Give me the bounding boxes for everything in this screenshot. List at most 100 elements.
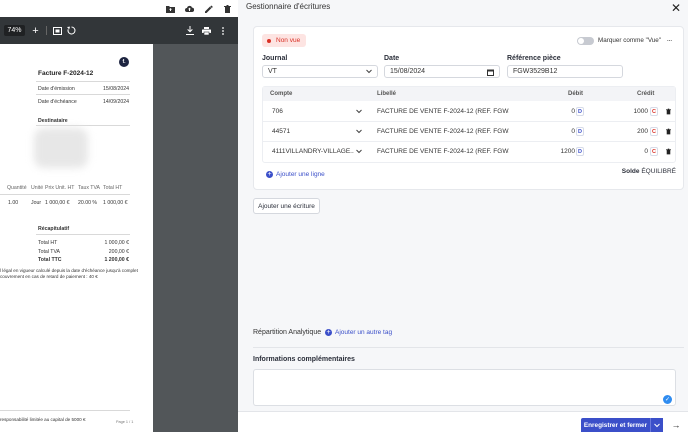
toolbar-divider — [46, 26, 47, 35]
row-debit[interactable]: 0 — [515, 128, 575, 135]
trash-icon[interactable] — [666, 128, 671, 135]
cloud-upload-button[interactable] — [181, 0, 198, 17]
trash-icon[interactable] — [666, 108, 671, 115]
credit-tag: C — [650, 147, 658, 156]
chevron-down-icon[interactable] — [356, 129, 362, 134]
upload-folder-button[interactable] — [162, 0, 179, 17]
column-vat-rate: Taux TVA — [78, 185, 101, 191]
date-input[interactable]: 15/08/2024 — [384, 65, 500, 78]
info-textarea[interactable]: ✓ — [253, 369, 676, 406]
credit-tag: C — [650, 127, 658, 136]
col-compte: Compte — [270, 91, 293, 97]
trash-icon — [224, 4, 231, 13]
debit-tag: D — [576, 127, 584, 136]
legal-text-line-2: couvrement en cas de retard de paiement … — [0, 274, 98, 279]
row-credit[interactable]: 200 — [593, 128, 648, 135]
row-quantity: 1.00 — [8, 200, 19, 206]
summary-total-ht-label: Total HT — [38, 240, 58, 246]
status-badge: Non vue — [262, 34, 307, 47]
row-compte[interactable]: 706 — [272, 108, 352, 115]
print-icon[interactable] — [201, 25, 212, 36]
row-compte[interactable]: 4111VILLANDRY-VILLAGE... — [272, 148, 354, 155]
edit-button[interactable] — [200, 0, 217, 17]
summary-total-ttc-label: Total TTC — [38, 257, 62, 263]
close-icon[interactable]: ✕ — [668, 0, 684, 15]
rotate-icon[interactable] — [66, 25, 77, 36]
solde-value: ÉQUILIBRÉ — [641, 168, 676, 175]
entries-table: Compte Libellé Débit Crédit 706 FACTURE … — [262, 86, 676, 163]
row-debit[interactable]: 0 — [515, 108, 575, 115]
add-tag-label: Ajouter un autre tag — [335, 329, 393, 336]
section-divider — [253, 347, 684, 348]
more-options-icon[interactable]: ··· — [663, 36, 675, 45]
chevron-down-icon — [366, 69, 372, 74]
zoom-level[interactable]: 74% — [4, 25, 25, 36]
company-logo: f. — [119, 57, 129, 67]
row-credit[interactable]: 0 — [593, 148, 648, 155]
row-total-ht: 1 000,00 € — [103, 200, 128, 206]
trash-icon[interactable] — [666, 148, 671, 155]
col-debit: Débit — [568, 91, 583, 97]
next-arrow-icon[interactable]: → — [670, 419, 682, 431]
fit-page-icon[interactable] — [52, 25, 63, 36]
row-credit[interactable]: 1000 — [593, 108, 648, 115]
row-debit[interactable]: 1200 — [515, 148, 575, 155]
save-options-dropdown[interactable] — [650, 418, 663, 432]
download-icon[interactable] — [184, 25, 195, 36]
chevron-down-icon[interactable] — [356, 109, 362, 114]
add-entry-button[interactable]: Ajouter une écriture — [253, 198, 320, 214]
add-tag-button[interactable]: + Ajouter un autre tag — [325, 329, 392, 336]
journal-value: VT — [268, 68, 277, 75]
status-badge-label: Non vue — [276, 37, 301, 44]
summary-title: Récapitulatif — [38, 226, 70, 232]
status-dot-icon — [267, 38, 271, 43]
journal-select[interactable]: VT — [262, 65, 378, 78]
delete-document-button[interactable] — [219, 0, 236, 17]
chevron-down-icon — [654, 423, 660, 428]
table-row: 44571 FACTURE DE VENTE F-2024-12 (REF. F… — [263, 122, 675, 142]
row-libelle[interactable]: FACTURE DE VENTE F-2024-12 (REF. FGW352 — [377, 128, 509, 135]
plus-circle-icon: + — [266, 171, 273, 178]
cloud-upload-icon — [185, 5, 194, 12]
column-total-ht: Total HT — [103, 185, 123, 191]
chevron-down-icon[interactable] — [356, 149, 362, 154]
credit-tag: C — [650, 107, 658, 116]
col-libelle: Libellé — [377, 91, 397, 97]
invoice-document: f. Facture F-2024-12 Date d'émission 15/… — [0, 44, 153, 432]
due-label: Date d'échéance — [38, 99, 77, 105]
plus-circle-icon: + — [325, 329, 332, 336]
entry-card: Non vue Marquer comme "Vue" ··· Journal … — [253, 26, 684, 190]
zoom-in-icon[interactable]: + — [30, 25, 41, 37]
row-libelle[interactable]: FACTURE DE VENTE F-2024-12 (REF. FGW352 — [377, 108, 509, 115]
legal-text-line-1: l légal en vigueur calculé depuis la dat… — [0, 268, 138, 273]
due-value: 14/09/2024 — [103, 99, 129, 105]
table-row: 706 FACTURE DE VENTE F-2024-12 (REF. FGW… — [263, 101, 675, 122]
toggle-knob — [578, 38, 584, 44]
mark-seen-toggle[interactable] — [577, 37, 594, 45]
save-close-button[interactable]: Enregistrer et fermer — [581, 418, 650, 432]
folder-upload-icon — [166, 5, 175, 13]
summary-total-tva-value: 200,00 € — [108, 249, 129, 255]
row-unit: Jour — [31, 200, 42, 206]
row-unit-price: 1 000,00 € — [45, 200, 70, 206]
ref-value: FGW3529B12 — [513, 68, 558, 75]
column-quantity: Quantité — [7, 185, 27, 191]
add-line-button[interactable]: + Ajouter une ligne — [266, 171, 325, 178]
ref-input[interactable]: FGW3529B12 — [507, 65, 623, 78]
date-label: Date — [384, 55, 400, 62]
row-compte[interactable]: 44571 — [272, 128, 352, 135]
journal-label: Journal — [262, 55, 288, 62]
footer-legal: responsabilité limitée au capital de 500… — [0, 417, 86, 422]
emission-value: 15/08/2024 — [103, 86, 129, 92]
summary-total-ttc-value: 1 200,00 € — [104, 257, 129, 263]
pdf-viewer-background — [153, 44, 238, 432]
pencil-icon — [204, 5, 213, 13]
mark-seen-label: Marquer comme "Vue" — [598, 37, 662, 44]
col-credit: Crédit — [637, 91, 655, 97]
more-vertical-icon[interactable] — [218, 25, 227, 36]
summary-total-tva-label: Total TVA — [38, 249, 61, 255]
calendar-icon[interactable] — [487, 69, 494, 76]
table-row: 4111VILLANDRY-VILLAGE... FACTURE DE VENT… — [263, 142, 675, 162]
balance-status: Solde ÉQUILIBRÉ — [622, 168, 676, 175]
row-libelle[interactable]: FACTURE DE VENTE F-2024-12 (REF. FGW352 — [377, 148, 509, 155]
